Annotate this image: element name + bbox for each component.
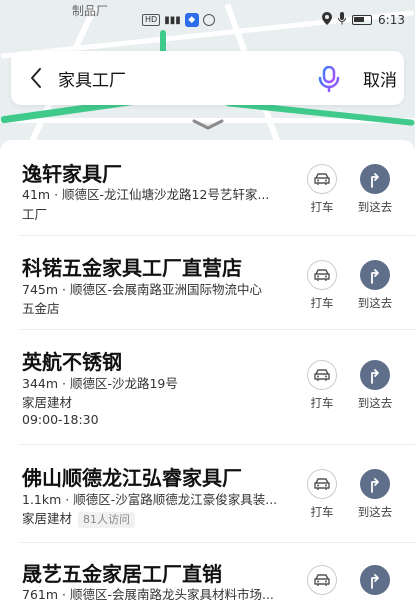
route-arrow-icon [371, 574, 379, 589]
back-icon[interactable] [27, 66, 47, 90]
result-distance: 41m [22, 187, 51, 202]
result-category: 家居建材 [22, 395, 73, 410]
taxi-label: 打车 [310, 505, 334, 519]
cancel-button[interactable]: 取消 [363, 66, 397, 91]
status-notifications: HD ▮▮▮ ◆ [142, 13, 215, 27]
car-icon [314, 173, 330, 185]
navigate-button[interactable]: 到这去 [355, 164, 395, 215]
result-address: 顺德区-沙龙路19号 [69, 376, 178, 391]
taxi-button[interactable]: 打车 [302, 469, 342, 520]
navigate-label: 到这去 [357, 396, 393, 410]
hd-badge: HD [142, 14, 161, 26]
navigate-label: 到这去 [357, 505, 393, 519]
separator-dot: · [58, 587, 70, 600]
result-category: 五金店 [22, 301, 60, 316]
route-arrow-icon [371, 369, 379, 384]
navigate-button[interactable] [355, 565, 395, 595]
result-name: 逸轩家具厂 [22, 162, 122, 186]
result-name: 科锘五金家具工厂直营店 [22, 256, 242, 280]
car-icon [314, 478, 330, 490]
result-item[interactable]: 英航不锈钢 344m · 顺德区-沙龙路19号 家居建材 09:00-18:30… [0, 330, 415, 445]
navigate-button[interactable]: 到这去 [355, 469, 395, 520]
taxi-button[interactable]: 打车 [302, 360, 342, 411]
search-bar: 家具工厂 取消 [11, 51, 404, 105]
navigate-label: 到这去 [357, 296, 393, 310]
separator-dot: · [50, 187, 63, 202]
separator-dot: · [58, 282, 70, 297]
car-icon [314, 269, 330, 281]
visit-count-badge: 81人访问 [78, 512, 136, 528]
battery-icon [352, 15, 373, 25]
profile-notification-icon [202, 14, 215, 26]
location-icon [322, 12, 333, 28]
results-sheet: 逸轩家具厂 41m · 顺德区-龙江仙塘沙龙路12号艺轩家... 工厂 打车 到… [0, 140, 415, 600]
navigate-button[interactable]: 到这去 [355, 360, 395, 411]
result-address: 顺德区-会展南路亚洲国际物流中心 [69, 282, 262, 297]
app-notification-icon: ◆ [184, 13, 199, 27]
taxi-label: 打车 [310, 200, 334, 214]
navigate-label: 到这去 [357, 200, 393, 214]
result-distance: 344m [22, 376, 59, 391]
status-time: 6:13 [378, 13, 405, 27]
route-arrow-icon [371, 478, 379, 493]
result-address: 顺德区-会展南路龙头家具材料市场... [69, 587, 274, 600]
result-name: 晟艺五金家居工厂直销 [22, 562, 222, 586]
result-name: 佛山顺德龙江弘睿家具厂 [22, 466, 242, 490]
result-distance: 1.1km [22, 492, 62, 507]
result-category: 工厂 [22, 207, 48, 222]
car-icon [314, 369, 330, 381]
result-hours: 09:00-18:30 [22, 412, 99, 427]
microphone-status-icon [338, 12, 347, 28]
result-item[interactable]: 晟艺五金家居工厂直销 761m · 顺德区-会展南路龙头家具材料市场... [0, 543, 415, 600]
taxi-button[interactable]: 打车 [302, 260, 342, 311]
status-bar: HD ▮▮▮ ◆ 6:13 [0, 0, 415, 40]
sheet-collapse-handle[interactable] [190, 116, 226, 130]
result-name: 英航不锈钢 [22, 350, 122, 374]
taxi-label: 打车 [310, 396, 334, 410]
result-distance: 761m [22, 587, 59, 600]
separator-dot: · [58, 376, 70, 391]
car-icon [314, 574, 330, 586]
result-item[interactable]: 佛山顺德龙江弘睿家具厂 1.1km · 顺德区-沙富路顺德龙江豪俊家具装... … [0, 445, 415, 543]
search-input[interactable]: 家具工厂 [58, 66, 126, 91]
navigate-button[interactable]: 到这去 [355, 260, 395, 311]
taxi-button[interactable] [302, 565, 342, 595]
result-item[interactable]: 逸轩家具厂 41m · 顺德区-龙江仙塘沙龙路12号艺轩家... 工厂 打车 到… [0, 140, 415, 236]
route-arrow-icon [371, 173, 379, 188]
result-distance: 745m [22, 282, 59, 297]
taxi-button[interactable]: 打车 [302, 164, 342, 215]
result-item[interactable]: 科锘五金家具工厂直营店 745m · 顺德区-会展南路亚洲国际物流中心 五金店 … [0, 236, 415, 330]
voice-search-icon[interactable] [317, 65, 341, 93]
taxi-label: 打车 [310, 296, 334, 310]
result-address: 顺德区-沙富路顺德龙江豪俊家具装... [73, 492, 278, 507]
result-address: 顺德区-龙江仙塘沙龙路12号艺轩家... [62, 187, 270, 202]
result-category: 家居建材 [22, 511, 73, 526]
route-arrow-icon [371, 269, 379, 284]
signal-icon: ▮▮▮ [164, 14, 181, 26]
separator-dot: · [61, 492, 74, 507]
